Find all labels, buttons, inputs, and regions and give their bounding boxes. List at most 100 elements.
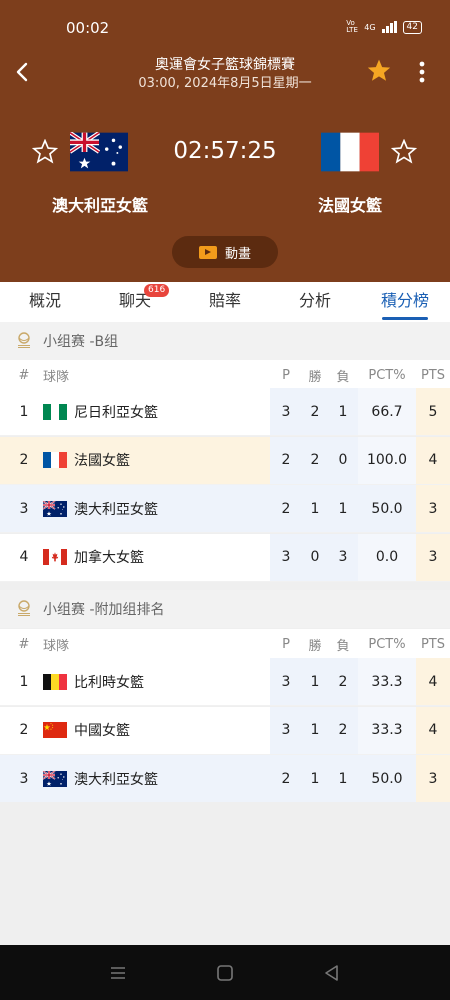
losses-cell: 2 — [338, 722, 348, 738]
rank-cell: 2 — [19, 452, 29, 468]
col-pts: PTS — [420, 636, 446, 652]
tab-label: 賠率 — [208, 291, 241, 310]
col-pct: PCT% — [368, 367, 406, 383]
team-cell: 中國女籃 — [43, 707, 263, 754]
played-cell: 3 — [281, 722, 291, 738]
pct-cell: 66.7 — [371, 403, 403, 420]
animation-label: 動畫 — [224, 246, 251, 262]
table-row[interactable]: 1 比利時女籃 3 1 2 33.3 4 — [0, 658, 450, 706]
team-cell: 澳大利亞女籃 — [43, 485, 263, 532]
points-cell: 4 — [428, 722, 438, 738]
played-cell: 3 — [281, 549, 291, 565]
points-cell: 5 — [428, 403, 438, 420]
losses-cell: 1 — [338, 770, 348, 787]
volte-icon: Vo LTE — [346, 19, 358, 34]
pct-cell: 0.0 — [375, 549, 399, 565]
match-header: 00:02 Vo LTE 4G 42 奧運會女子籃球錦標賽 03:00, 202… — [0, 0, 450, 282]
home-nav-icon[interactable] — [215, 963, 235, 983]
pct-cell: 33.3 — [371, 722, 403, 738]
more-menu-icon[interactable] — [412, 58, 432, 86]
rank-cell: 2 — [19, 722, 29, 738]
col-p: P — [282, 367, 290, 383]
points-cell: 4 — [428, 452, 438, 468]
losses-cell: 3 — [338, 549, 348, 565]
team-name: 澳大利亞女籃 — [74, 771, 158, 788]
rank-cell: 1 — [19, 673, 29, 690]
group-title: 小组赛 -B组 — [43, 334, 119, 350]
menu-nav-icon[interactable] — [108, 963, 128, 983]
col-w: 勝 — [308, 369, 322, 385]
table-header: # 球隊 P 勝 負 PCT% PTS — [0, 360, 450, 390]
back-nav-icon[interactable] — [322, 963, 342, 983]
losses-cell: 1 — [338, 500, 348, 517]
home-team-star-icon[interactable] — [32, 139, 58, 165]
table-row[interactable]: 2 中國女籃 3 1 2 33.3 4 — [0, 706, 450, 755]
team-cell: 澳大利亞女籃 — [43, 755, 263, 802]
wins-cell: 1 — [310, 722, 320, 738]
battery-icon: 42 — [402, 20, 422, 34]
away-team-flag — [321, 132, 379, 172]
olympic-logo-icon — [18, 600, 30, 616]
rank-cell: 3 — [19, 770, 29, 787]
group-header: 小组赛 -附加组排名 — [0, 590, 450, 628]
played-cell: 2 — [281, 500, 291, 517]
team-cell: 加拿大女籃 — [43, 534, 263, 581]
france-flag-icon — [43, 452, 67, 468]
tab-label: 概況 — [28, 291, 61, 310]
chat-badge: 616 — [144, 284, 170, 297]
status-bar: 00:02 Vo LTE 4G 42 — [0, 0, 450, 56]
rank-cell: 4 — [19, 549, 29, 565]
away-team-star-icon[interactable] — [391, 139, 417, 165]
col-pct: PCT% — [368, 636, 406, 652]
team-name: 比利時女籃 — [74, 674, 144, 691]
signal-icon — [381, 21, 397, 33]
wins-cell: 2 — [310, 403, 320, 420]
pct-cell: 50.0 — [371, 500, 403, 517]
col-team: 球隊 — [43, 638, 70, 654]
table-row[interactable]: 2 法國女籃 2 2 0 100.0 4 — [0, 436, 450, 485]
tab-overview[interactable]: 概況 — [0, 282, 90, 322]
australia-flag-icon — [43, 501, 67, 517]
table-row[interactable]: 4 加拿大女籃 3 0 3 0.0 3 — [0, 533, 450, 582]
losses-cell: 1 — [338, 403, 348, 420]
play-icon — [198, 245, 217, 259]
system-nav-bar — [0, 945, 450, 1000]
col-p: P — [282, 636, 290, 652]
col-rank: # — [18, 367, 30, 383]
canada-flag-icon — [43, 549, 67, 565]
losses-cell: 2 — [338, 673, 348, 690]
australia-flag-icon — [43, 771, 67, 787]
tab-analysis[interactable]: 分析 — [270, 282, 360, 322]
tab-odds[interactable]: 賠率 — [180, 282, 270, 322]
col-rank: # — [18, 636, 30, 652]
favorite-star-icon[interactable] — [366, 58, 392, 84]
tab-chat[interactable]: 聊天 616 — [90, 282, 180, 322]
team-name: 尼日利亞女籃 — [74, 404, 158, 421]
table-row[interactable]: 3 澳大利亞女籃 2 1 1 50.0 3 — [0, 485, 450, 533]
rank-cell: 1 — [19, 403, 29, 420]
col-l: 負 — [336, 638, 350, 654]
pct-cell: 100.0 — [366, 452, 408, 468]
played-cell: 3 — [281, 403, 291, 420]
table-row[interactable]: 1 尼日利亞女籃 3 2 1 66.7 5 — [0, 388, 450, 436]
col-team: 球隊 — [43, 369, 70, 385]
tab-standings[interactable]: 積分榜 — [360, 282, 450, 322]
belgium-flag-icon — [43, 674, 67, 690]
home-team-flag — [70, 132, 128, 172]
wins-cell: 0 — [310, 549, 320, 565]
points-cell: 3 — [428, 770, 438, 787]
wins-cell: 2 — [310, 452, 320, 468]
olympic-logo-icon — [18, 332, 30, 348]
status-icons: Vo LTE 4G 42 — [346, 20, 422, 34]
points-cell: 3 — [428, 549, 438, 565]
rank-cell: 3 — [19, 500, 29, 517]
status-time: 00:02 — [66, 19, 110, 37]
home-team-name[interactable]: 澳大利亞女籃 — [30, 192, 170, 216]
team-cell: 法國女籃 — [43, 437, 263, 484]
table-row[interactable]: 3 澳大利亞女籃 2 1 1 50.0 3 — [0, 755, 450, 803]
col-pts: PTS — [420, 367, 446, 383]
team-name: 中國女籃 — [74, 723, 130, 739]
empty-area — [0, 802, 450, 945]
away-team-name[interactable]: 法國女籃 — [280, 192, 420, 216]
animation-button[interactable]: 動畫 — [172, 236, 278, 268]
